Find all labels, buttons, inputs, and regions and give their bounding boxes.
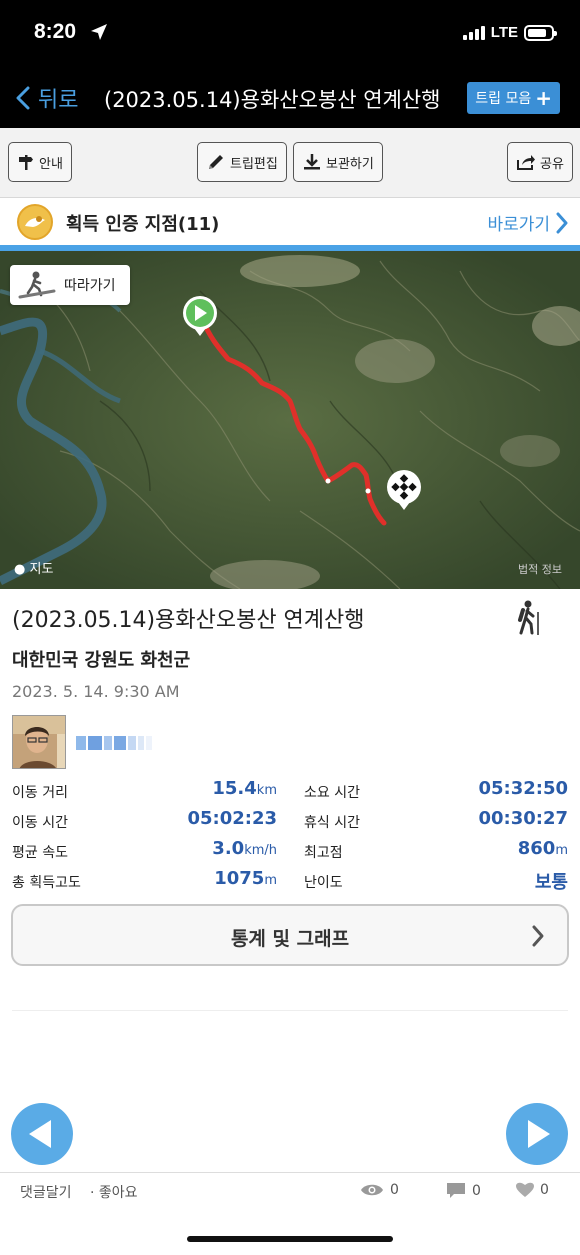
stat-value: 보통	[534, 872, 568, 893]
stat-value: 860m	[517, 838, 568, 859]
stat-label: 이동 시간	[12, 815, 68, 831]
page-title: (2023.05.14)용화산오봉산 연계산행	[104, 88, 441, 112]
map-brand: ● 지도	[14, 558, 53, 577]
back-button[interactable]: 뒤로	[16, 82, 78, 114]
certification-bar[interactable]: 획득 인증 지점(11) 바로가기	[0, 199, 580, 245]
previous-trip-button[interactable]	[11, 1103, 73, 1165]
view-count: 0	[360, 1182, 399, 1198]
route-map[interactable]: 따라가기 ● 지도 법적 정보	[0, 251, 580, 589]
follow-label: 따라가기	[64, 278, 116, 294]
speech-bubble-icon	[447, 1183, 465, 1198]
share-icon	[517, 155, 535, 170]
network-type: LTE	[490, 24, 518, 41]
stat-value: 3.0km/h	[212, 838, 277, 859]
legal-info-link[interactable]: 법적 정보	[518, 561, 562, 577]
chevron-right-icon	[532, 925, 544, 947]
certification-label: 획득 인증 지점(11)	[66, 214, 220, 235]
divider	[12, 1010, 568, 1011]
heart-icon	[516, 1182, 534, 1197]
like-count-value: 0	[540, 1182, 549, 1198]
comment-count-value: 0	[472, 1183, 481, 1199]
trip-title: (2023.05.14)용화산오봉산 연계산행	[12, 608, 365, 633]
trip-collection-label: 트립 모음	[475, 91, 532, 107]
trip-region: 대한민국 강원도 화천군	[12, 650, 191, 671]
stat-value: 00:30:27	[478, 808, 568, 829]
stat-label: 소요 시간	[304, 785, 360, 801]
stat-label: 총 획득고도	[12, 875, 81, 891]
eye-icon	[361, 1184, 383, 1196]
stat-row: 이동 거리 15.4km 소요 시간 05:32:50	[12, 776, 568, 806]
stat-label: 난이도	[304, 875, 343, 891]
stat-label: 휴식 시간	[304, 815, 360, 831]
stat-value: 1075m	[214, 868, 277, 889]
stat-row: 총 획득고도 1075m 난이도 보통	[12, 866, 568, 896]
battery-icon	[524, 24, 557, 41]
like-button[interactable]: · 좋아요	[90, 1182, 138, 1202]
guide-label: 안내	[39, 156, 63, 172]
stat-row: 평균 속도 3.0km/h 최고점 860m	[12, 836, 568, 866]
share-button[interactable]: 공유	[507, 142, 573, 182]
download-icon	[304, 154, 320, 170]
map-brand-label: 지도	[29, 562, 54, 577]
stat-label: 평균 속도	[12, 845, 68, 861]
toolbar: 안내 트립편집 보관하기 공유	[0, 128, 580, 198]
comment-button[interactable]: 댓글달기	[20, 1182, 72, 1202]
apple-logo-icon: ●	[14, 562, 26, 577]
triangle-right-icon	[528, 1120, 550, 1148]
footer-bar: 댓글달기 · 좋아요 0 0 0	[0, 1178, 580, 1206]
trip-edit-button[interactable]: 트립편집	[197, 142, 287, 182]
certification-badge-icon	[17, 204, 53, 240]
signal-icon	[462, 25, 485, 40]
share-label: 공유	[540, 156, 564, 172]
like-count: 0	[516, 1182, 549, 1198]
triangle-left-icon	[29, 1120, 51, 1148]
stat-value: 15.4km	[212, 778, 277, 799]
plus-icon: +	[535, 86, 552, 110]
next-trip-button[interactable]	[506, 1103, 568, 1165]
location-arrow-icon	[90, 23, 108, 45]
stat-value: 05:32:50	[478, 778, 568, 799]
trip-stats: 이동 거리 15.4km 소요 시간 05:32:50 이동 시간 05:02:…	[12, 776, 568, 896]
username-redacted	[76, 735, 168, 750]
view-count-value: 0	[390, 1182, 399, 1198]
status-time: 8:20	[34, 20, 77, 43]
hiking-activity-icon	[518, 600, 539, 635]
status-bar: 8:20 LTE	[0, 0, 580, 68]
stat-label: 이동 거리	[12, 785, 68, 801]
stat-row: 이동 시간 05:02:23 휴식 시간 00:30:27	[12, 806, 568, 836]
save-button[interactable]: 보관하기	[293, 142, 383, 182]
stat-value: 05:02:23	[187, 808, 277, 829]
goto-button[interactable]: 바로가기	[487, 210, 568, 235]
trip-edit-label: 트립편집	[230, 156, 278, 172]
home-indicator[interactable]	[187, 1236, 393, 1242]
follow-button[interactable]: 따라가기	[10, 265, 130, 305]
trip-date: 2023. 5. 14. 9:30 AM	[12, 682, 180, 701]
navigation-bar: 뒤로 (2023.05.14)용화산오봉산 연계산행 트립 모음 +	[0, 68, 580, 128]
stats-graph-button[interactable]: 통계 및 그래프	[11, 904, 569, 966]
stat-label: 최고점	[304, 845, 343, 861]
status-indicators: LTE	[462, 24, 557, 41]
chevron-right-icon	[556, 212, 568, 233]
chevron-left-icon	[16, 86, 30, 110]
comment-count: 0	[446, 1182, 481, 1200]
stats-graph-label: 통계 및 그래프	[230, 928, 350, 950]
back-label: 뒤로	[38, 88, 79, 113]
hiker-follow-icon	[18, 271, 56, 299]
avatar[interactable]	[12, 715, 66, 769]
save-label: 보관하기	[326, 156, 374, 172]
pencil-icon	[209, 155, 223, 169]
guide-button[interactable]: 안내	[8, 142, 72, 182]
goto-label: 바로가기	[487, 215, 550, 235]
trip-collection-button[interactable]: 트립 모음 +	[467, 82, 560, 114]
signpost-icon	[19, 155, 33, 170]
footer-divider	[0, 1172, 580, 1173]
